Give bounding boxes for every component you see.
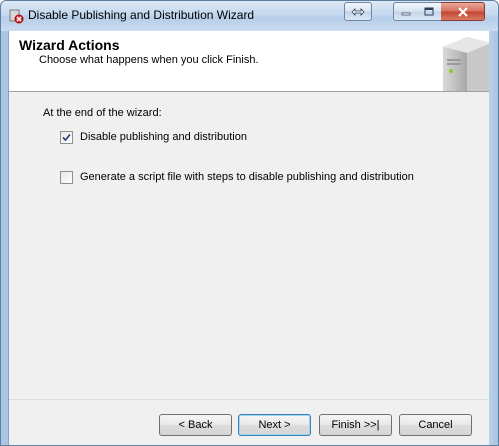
option-disable-publishing[interactable]: Disable publishing and distribution xyxy=(60,129,247,145)
wizard-client-area: Wizard Actions Choose what happens when … xyxy=(8,31,491,445)
close-button[interactable] xyxy=(441,2,485,21)
option-generate-script[interactable]: Generate a script file with steps to dis… xyxy=(60,169,414,185)
close-icon xyxy=(457,6,468,17)
section-label: At the end of the wizard: xyxy=(43,107,162,119)
page-subtitle: Choose what happens when you click Finis… xyxy=(39,54,259,66)
next-button[interactable]: Next > xyxy=(238,414,311,436)
back-button[interactable]: < Back xyxy=(159,414,232,436)
window-title: Disable Publishing and Distribution Wiza… xyxy=(28,8,255,22)
window-right-border xyxy=(489,31,498,445)
maximize-icon xyxy=(424,7,434,16)
disable-publishing-label[interactable]: Disable publishing and distribution xyxy=(80,131,247,143)
title-bar[interactable]: Disable Publishing and Distribution Wiza… xyxy=(1,1,498,31)
server-icon xyxy=(443,37,491,91)
generate-script-label[interactable]: Generate a script file with steps to dis… xyxy=(80,171,414,183)
maximize-button[interactable] xyxy=(417,2,442,21)
footer-divider xyxy=(9,399,491,400)
wizard-header: Wizard Actions Choose what happens when … xyxy=(9,31,491,92)
page-title: Wizard Actions xyxy=(19,37,120,53)
checkmark-icon xyxy=(62,133,71,141)
cancel-button[interactable]: Cancel xyxy=(399,414,472,436)
minimize-icon xyxy=(401,12,410,15)
generate-script-checkbox[interactable] xyxy=(60,170,73,184)
disable-publishing-checkbox[interactable] xyxy=(60,130,73,144)
double-arrow-icon xyxy=(351,7,365,16)
wizard-app-icon xyxy=(9,9,24,24)
finish-button[interactable]: Finish >>| xyxy=(319,414,392,436)
minimize-button[interactable] xyxy=(393,2,418,21)
wizard-window: Disable Publishing and Distribution Wiza… xyxy=(0,0,499,446)
restore-button[interactable] xyxy=(344,2,372,21)
